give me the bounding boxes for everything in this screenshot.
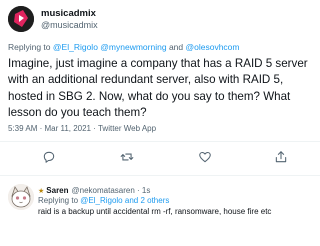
reply-header: ★ Saren @nekomatasaren · 1s — [38, 186, 150, 195]
reply-text: raid is a backup until accidental rm -rf… — [38, 207, 272, 216]
replying-to-label: Replying to — [38, 196, 79, 205]
tweet-text: Imagine, just imagine a company that has… — [8, 57, 308, 120]
retweet-icon — [120, 153, 134, 161]
replying-to-line: Replying to @El_Rigolo @mynewmorning and… — [8, 42, 239, 52]
cat-avatar-icon — [8, 184, 34, 210]
mention-link[interactable]: @El_Rigolo — [80, 196, 122, 205]
tweet-timestamp[interactable]: 5:39 AM · Mar 11, 2021 · Twitter Web App — [8, 124, 156, 133]
others-link[interactable]: and 2 others — [125, 196, 169, 205]
mention-link[interactable]: @mynewmorning — [100, 42, 166, 52]
mention-link[interactable]: @El_Rigolo — [53, 42, 98, 52]
divider — [0, 141, 320, 142]
display-name[interactable]: Saren — [46, 186, 68, 195]
replying-and-label: and — [168, 42, 184, 52]
display-name[interactable]: musicadmix — [41, 8, 98, 19]
user-handle[interactable]: @musicadmix — [41, 20, 98, 31]
reply-button[interactable] — [40, 148, 58, 166]
author-names: musicadmix @musicadmix — [41, 8, 98, 31]
avatar[interactable] — [8, 6, 34, 32]
like-button[interactable] — [196, 148, 214, 166]
avatar[interactable] — [8, 184, 34, 210]
star-icon: ★ — [38, 187, 45, 195]
main-tweet: musicadmix @musicadmix Replying to @El_R… — [0, 0, 320, 246]
mention-link[interactable]: @olesovhcom — [186, 42, 240, 52]
share-button[interactable] — [272, 148, 290, 166]
author-row[interactable]: musicadmix @musicadmix — [8, 6, 98, 32]
replying-to-line: Replying to @El_Rigolo and 2 others — [38, 196, 169, 205]
share-icon — [275, 151, 287, 163]
reply-tweet[interactable]: ★ Saren @nekomatasaren · 1s Replying to … — [0, 176, 320, 246]
musicadmix-logo-icon — [8, 6, 34, 32]
reply-icon — [43, 151, 55, 163]
replying-to-label: Replying to — [8, 42, 51, 52]
handle-and-time[interactable]: @nekomatasaren · 1s — [72, 186, 151, 195]
like-icon — [199, 151, 211, 163]
retweet-button[interactable] — [118, 148, 136, 166]
action-bar — [0, 146, 320, 170]
